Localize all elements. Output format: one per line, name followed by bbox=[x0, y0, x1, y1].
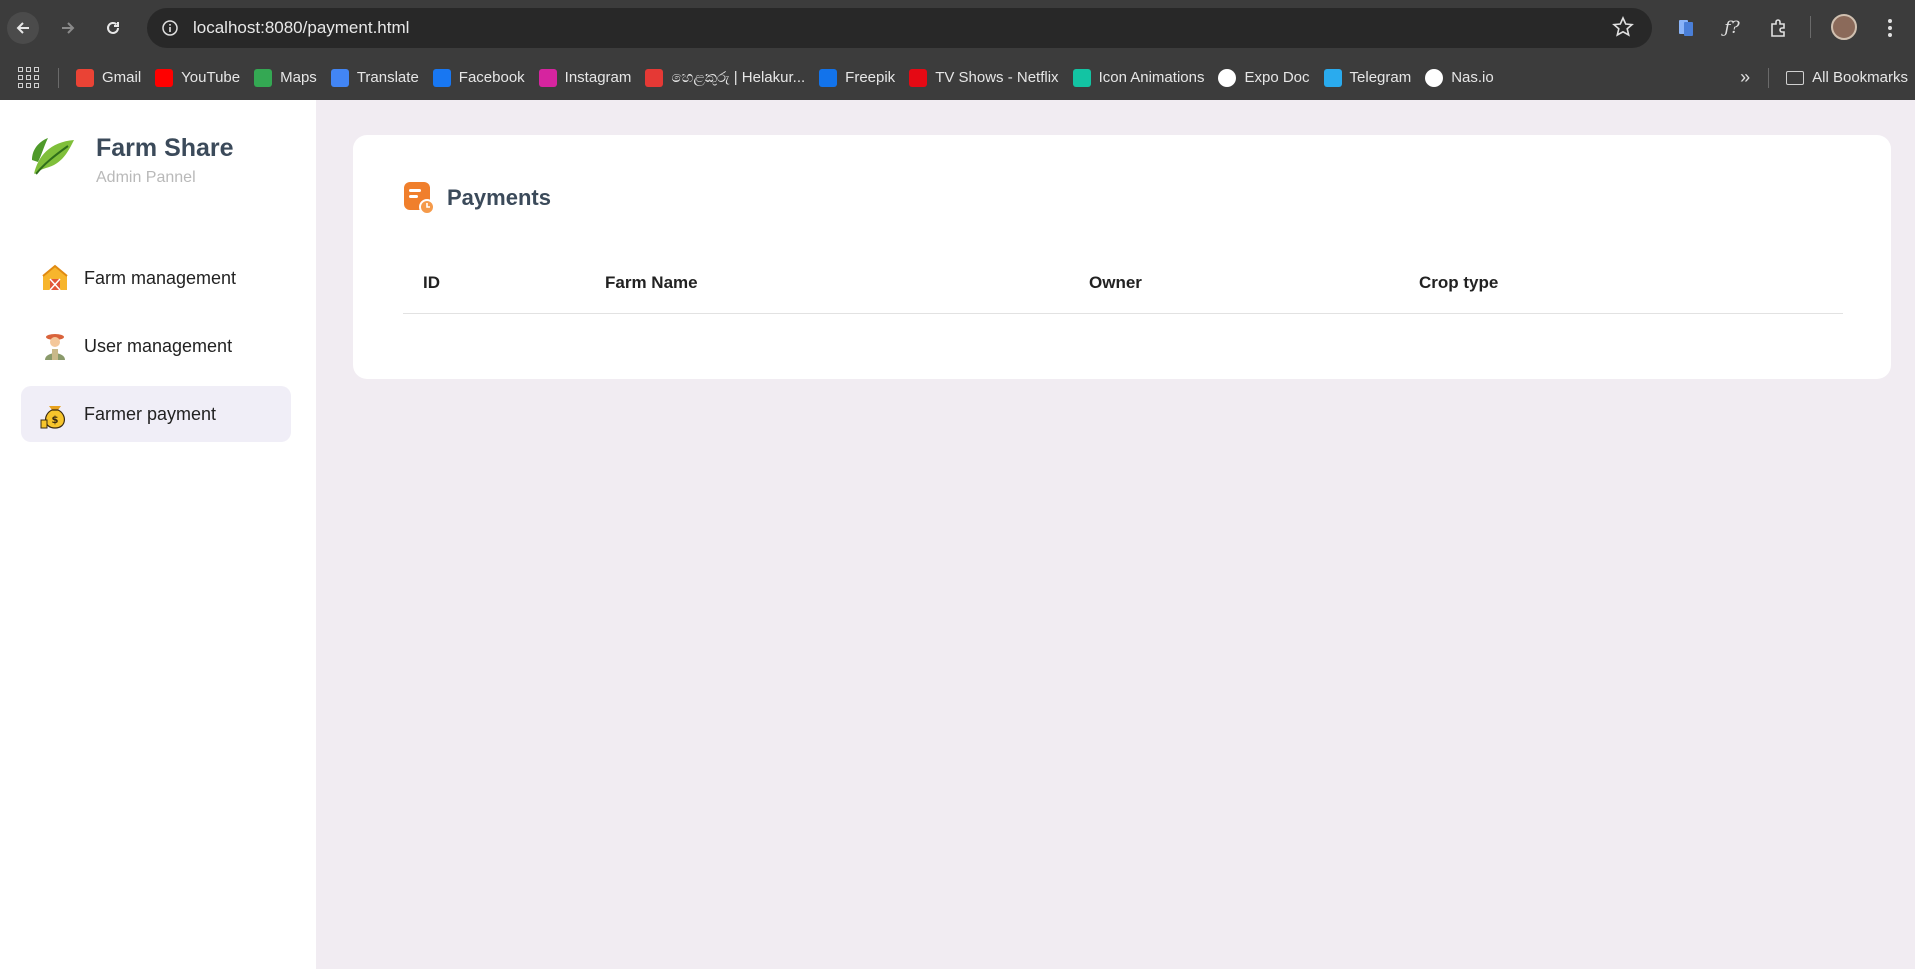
card-header: Payments bbox=[403, 181, 551, 215]
money-bag-icon: $ bbox=[40, 406, 65, 429]
maps-icon bbox=[254, 68, 273, 87]
bookmarks-divider-right bbox=[1768, 67, 1770, 88]
all-bookmarks-label: All Bookmarks bbox=[1812, 69, 1908, 86]
chevron-more-icon[interactable]: » bbox=[1740, 67, 1750, 88]
bookmark-label: Nas.io bbox=[1451, 69, 1494, 86]
icon-animations-icon bbox=[1072, 68, 1091, 87]
bookmark-translate[interactable]: Translate bbox=[324, 63, 426, 93]
menu-kebab-icon[interactable] bbox=[1876, 14, 1904, 42]
svg-text:$: $ bbox=[52, 415, 59, 426]
bookmark-gmail[interactable]: Gmail bbox=[69, 63, 148, 93]
column-header-id[interactable]: ID bbox=[403, 253, 605, 314]
arrow-left-icon bbox=[16, 22, 29, 34]
instagram-icon bbox=[538, 68, 557, 87]
bookmark-facebook[interactable]: Facebook bbox=[426, 63, 532, 93]
bookmark-freepik[interactable]: Freepik bbox=[812, 63, 902, 93]
bookmark-label: Expo Doc bbox=[1244, 69, 1310, 86]
browser-toolbar: localhost:8080/payment.html ƒ? bbox=[0, 0, 1915, 55]
column-header-farm-name[interactable]: Farm Name bbox=[605, 253, 1089, 314]
youtube-icon bbox=[155, 68, 174, 87]
page-title: Payments bbox=[447, 185, 551, 210]
brand-text: Farm Share Admin Pannel bbox=[96, 130, 234, 187]
url-text[interactable]: localhost:8080/payment.html bbox=[193, 18, 409, 38]
bookmark-label: හෙළකුරු | Helakur... bbox=[671, 69, 806, 86]
brand: Farm Share Admin Pannel bbox=[28, 130, 234, 187]
leaf-logo-icon bbox=[32, 138, 74, 175]
bookmark-icon-animations[interactable]: Icon Animations bbox=[1066, 63, 1212, 93]
sidebar-item-label: User management bbox=[84, 335, 233, 356]
sidebar-item-user-management[interactable]: User management bbox=[21, 318, 291, 374]
nasio-icon bbox=[1425, 68, 1444, 87]
bookmark-youtube[interactable]: YouTube bbox=[148, 63, 247, 93]
bookmark-label: Gmail bbox=[102, 69, 142, 86]
bookmarks-divider bbox=[58, 67, 59, 88]
bookmark-label: Telegram bbox=[1349, 69, 1412, 86]
apps-grid-icon[interactable] bbox=[18, 66, 40, 89]
helakuru-icon bbox=[645, 68, 664, 87]
all-bookmarks-link[interactable]: All Bookmarks bbox=[1779, 63, 1915, 93]
sidebar-menu: Farm management User management $ Farmer… bbox=[21, 250, 291, 454]
bookmarks-bar: Gmail YouTube Maps Translate Facebook Instagr… bbox=[0, 55, 1915, 100]
freepik-icon bbox=[819, 68, 838, 87]
sidebar-item-farm-management[interactable]: Farm management bbox=[21, 250, 291, 306]
extensions-puzzle-icon[interactable] bbox=[1764, 14, 1792, 42]
bookmark-telegram[interactable]: Telegram bbox=[1317, 63, 1419, 93]
reload-button[interactable] bbox=[97, 12, 129, 44]
site-info-icon[interactable] bbox=[159, 17, 181, 39]
back-button[interactable] bbox=[7, 12, 39, 44]
column-header-owner[interactable]: Owner bbox=[1089, 253, 1419, 314]
bookmark-label: Instagram bbox=[564, 69, 632, 86]
netflix-icon bbox=[909, 68, 928, 87]
sidebar-item-farmer-payment[interactable]: $ Farmer payment bbox=[21, 386, 291, 442]
bookmark-label: Translate bbox=[356, 69, 419, 86]
sidebar-item-label: Farm management bbox=[84, 267, 237, 288]
toolbar-divider bbox=[1810, 16, 1811, 38]
table-header-row: ID Farm Name Owner Crop type bbox=[403, 253, 1843, 314]
translate-icon bbox=[330, 68, 349, 87]
farmer-icon bbox=[45, 334, 65, 360]
payments-table: ID Farm Name Owner Crop type bbox=[403, 253, 1843, 314]
telegram-icon bbox=[1323, 68, 1342, 87]
payments-card: Payments ID Farm Name Owner Crop type bbox=[353, 135, 1891, 379]
forward-button[interactable] bbox=[52, 12, 84, 44]
bookmark-label: Facebook bbox=[458, 69, 525, 86]
address-bar[interactable]: localhost:8080/payment.html bbox=[147, 8, 1652, 48]
bookmark-helakuru[interactable]: හෙළකුරු | Helakur... bbox=[638, 63, 812, 93]
bookmark-list: Gmail YouTube Maps Translate Facebook Instagr… bbox=[69, 63, 1501, 93]
bookmark-label: TV Shows - Netflix bbox=[935, 69, 1059, 86]
profile-avatar[interactable] bbox=[1831, 14, 1857, 40]
facebook-icon bbox=[432, 68, 451, 87]
payment-receipt-icon bbox=[404, 182, 435, 215]
arrow-right-icon bbox=[62, 22, 75, 34]
bookmark-nasio[interactable]: Nas.io bbox=[1418, 63, 1501, 93]
extension-font-icon[interactable]: ƒ? bbox=[1718, 14, 1746, 42]
extension-doc-icon[interactable] bbox=[1672, 14, 1700, 42]
bookmark-label: Icon Animations bbox=[1098, 69, 1205, 86]
folder-icon bbox=[1786, 70, 1805, 85]
brand-title: Farm Share bbox=[96, 134, 234, 162]
bookmark-label: YouTube bbox=[181, 69, 241, 86]
bookmark-star-icon[interactable] bbox=[1612, 16, 1634, 43]
brand-subtitle: Admin Pannel bbox=[96, 169, 196, 186]
bookmark-label: Maps bbox=[280, 69, 317, 86]
reload-icon bbox=[107, 21, 119, 34]
bookmark-label: Freepik bbox=[845, 69, 896, 86]
expo-icon bbox=[1218, 68, 1237, 87]
gmail-icon bbox=[76, 68, 94, 87]
sidebar-item-label: Farmer payment bbox=[84, 403, 217, 424]
column-header-crop-type[interactable]: Crop type bbox=[1419, 253, 1843, 314]
bookmark-expo[interactable]: Expo Doc bbox=[1211, 63, 1316, 93]
bookmark-netflix[interactable]: TV Shows - Netflix bbox=[902, 63, 1065, 93]
bookmarks-right: » All Bookmarks bbox=[1740, 55, 1915, 100]
barn-icon bbox=[42, 264, 68, 291]
sidebar: Farm Share Admin Pannel Farm management … bbox=[0, 100, 316, 969]
bookmark-instagram[interactable]: Instagram bbox=[532, 63, 639, 93]
bookmark-maps[interactable]: Maps bbox=[247, 63, 324, 93]
